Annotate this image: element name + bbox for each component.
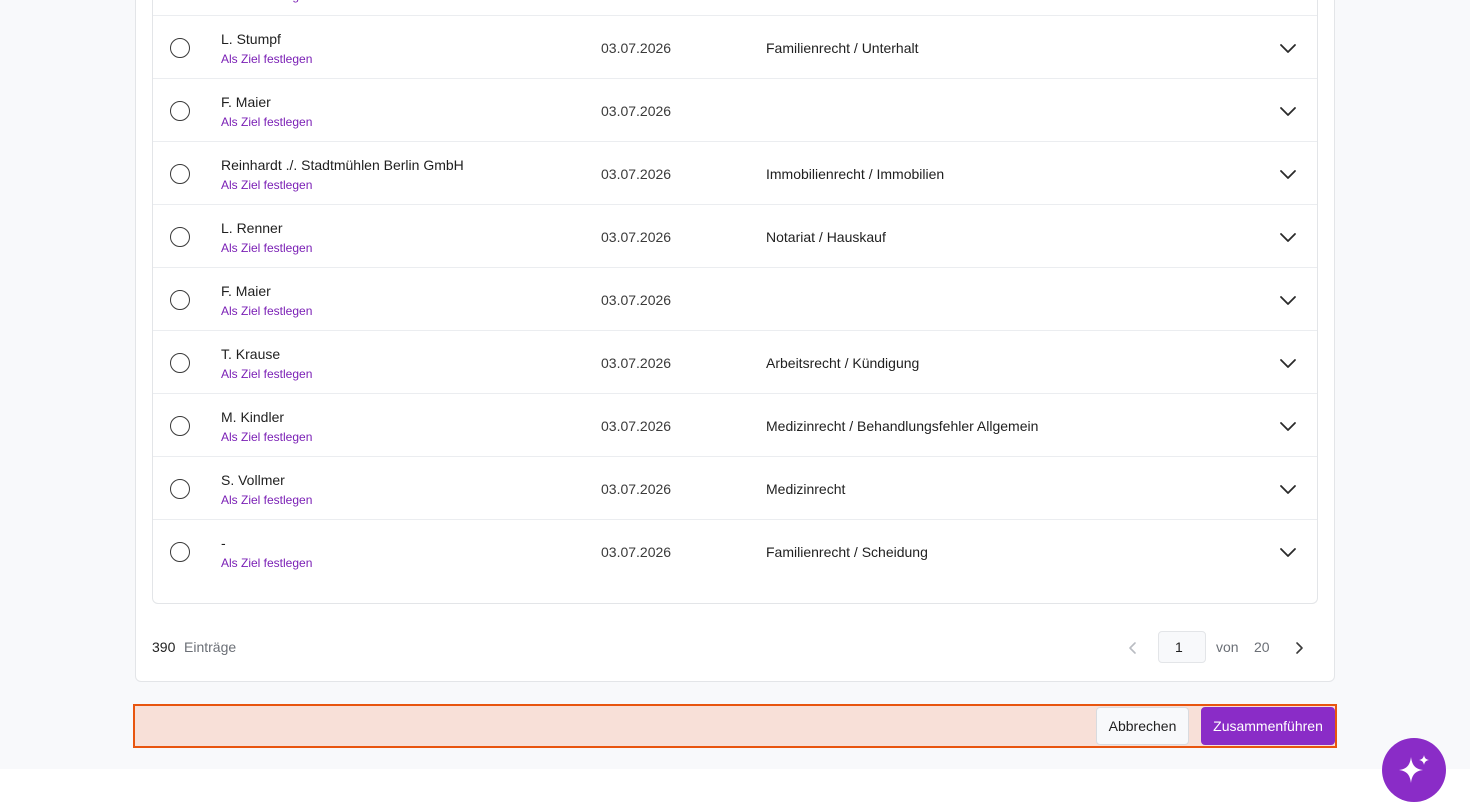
page-number-input[interactable] (1158, 631, 1206, 663)
legal-area: Familienrecht / Unterhalt (766, 40, 919, 56)
sparkle-icon (1399, 755, 1429, 783)
merge-card: Als Ziel festlegen03.07.2026Verkehrsrech… (135, 0, 1335, 682)
legal-area: Arbeitsrecht / Kündigung (766, 355, 920, 371)
legal-area: Medizinrecht (766, 481, 846, 497)
record-name: T. Krause (221, 346, 281, 362)
row-select-radio[interactable] (170, 101, 190, 121)
row-select-radio[interactable] (170, 479, 190, 499)
set-as-target-link[interactable]: Als Ziel festlegen (221, 556, 312, 570)
record-name: M. Kindler (221, 409, 285, 425)
table-row: S. Vollmer Als Ziel festlegen 03.07.2026 Me… (153, 457, 1317, 520)
page-of-label: von (1216, 639, 1239, 655)
record-name: L. Stumpf (221, 31, 281, 47)
set-as-target-link[interactable]: Als Ziel festlegen (221, 241, 312, 255)
row-select-radio[interactable] (170, 290, 190, 310)
set-as-target-link[interactable]: Als Ziel festlegen (221, 367, 312, 381)
chevron-left-icon[interactable] (1124, 639, 1142, 657)
record-date: 03.07.2026 (601, 166, 672, 182)
record-name: - (221, 535, 226, 551)
table-row: L. Stumpf Als Ziel festlegen 03.07.2026 Fam… (153, 16, 1317, 79)
ai-assistant-button[interactable] (1382, 738, 1446, 802)
table-row: M. Kindler Als Ziel festlegen 03.07.2026 Me… (153, 394, 1317, 457)
record-date: 03.07.2026 (601, 292, 672, 308)
table-footer: 390 Einträge von 20 (152, 631, 1318, 663)
table-row: F. Maier Als Ziel festlegen 03.07.2026 (153, 268, 1317, 331)
record-date: 03.07.2026 (601, 481, 672, 497)
row-select-radio[interactable] (170, 416, 190, 436)
set-as-target-link[interactable]: Als Ziel festlegen (221, 0, 312, 3)
merge-button[interactable]: Zusammenführen (1201, 707, 1335, 745)
record-date: 03.07.2026 (601, 40, 672, 56)
legal-area: Notariat / Hauskauf (766, 229, 886, 245)
set-as-target-link[interactable]: Als Ziel festlegen (221, 115, 312, 129)
row-select-radio[interactable] (170, 353, 190, 373)
row-select-radio[interactable] (170, 164, 190, 184)
table-row: Als Ziel festlegen03.07.2026Verkehrsrech… (153, 0, 1317, 16)
record-date: 03.07.2026 (601, 418, 672, 434)
record-date: 03.07.2026 (601, 544, 672, 560)
row-select-radio[interactable] (170, 38, 190, 58)
chevron-down-icon[interactable] (1277, 37, 1299, 59)
chevron-down-icon[interactable] (1277, 352, 1299, 374)
set-as-target-link[interactable]: Als Ziel festlegen (221, 430, 312, 444)
entry-count: 390 (152, 639, 176, 655)
legal-area: Medizinrecht / Behandlungsfehler Allgeme… (766, 418, 1039, 434)
record-date: 03.07.2026 (601, 103, 672, 119)
cancel-button[interactable]: Abbrechen (1096, 707, 1189, 745)
chevron-down-icon[interactable] (1277, 163, 1299, 185)
table-row: L. Renner Als Ziel festlegen 03.07.2026 Not… (153, 205, 1317, 268)
set-as-target-link[interactable]: Als Ziel festlegen (221, 493, 312, 507)
record-name: F. Maier (221, 283, 271, 299)
chevron-down-icon[interactable] (1277, 478, 1299, 500)
action-bar: Abbrechen Zusammenführen (133, 704, 1337, 748)
record-name: L. Renner (221, 220, 283, 236)
row-select-radio[interactable] (170, 227, 190, 247)
record-date: 03.07.2026 (601, 355, 672, 371)
row-select-radio[interactable] (170, 542, 190, 562)
entry-count-label: Einträge (184, 639, 237, 655)
table-row: Reinhardt ./. Stadtmühlen Berlin GmbH Als… (153, 142, 1317, 205)
table-row: F. Maier Als Ziel festlegen 03.07.2026 (153, 79, 1317, 142)
chevron-down-icon[interactable] (1277, 289, 1299, 311)
legal-area: Familienrecht / Scheidung (766, 544, 928, 560)
record-name: Reinhardt ./. Stadtmühlen Berlin GmbH (221, 157, 464, 173)
chevron-down-icon[interactable] (1277, 415, 1299, 437)
table-row: T. Krause Als Ziel festlegen 03.07.2026 Arb… (153, 331, 1317, 394)
set-as-target-link[interactable]: Als Ziel festlegen (221, 178, 312, 192)
set-as-target-link[interactable]: Als Ziel festlegen (221, 52, 312, 66)
legal-area: Immobilienrecht / Immobilien (766, 166, 945, 182)
chevron-down-icon[interactable] (1277, 100, 1299, 122)
records-table: Als Ziel festlegen03.07.2026Verkehrsrech… (152, 0, 1318, 604)
chevron-down-icon[interactable] (1277, 541, 1299, 563)
record-name: F. Maier (221, 94, 271, 110)
table-row: - Als Ziel festlegen 03.07.2026 Familienrec… (153, 520, 1317, 583)
chevron-down-icon[interactable] (1277, 226, 1299, 248)
record-name: S. Vollmer (221, 472, 285, 488)
record-date: 03.07.2026 (601, 229, 672, 245)
total-pages: 20 (1254, 639, 1270, 655)
set-as-target-link[interactable]: Als Ziel festlegen (221, 304, 312, 318)
chevron-right-icon[interactable] (1290, 639, 1308, 657)
